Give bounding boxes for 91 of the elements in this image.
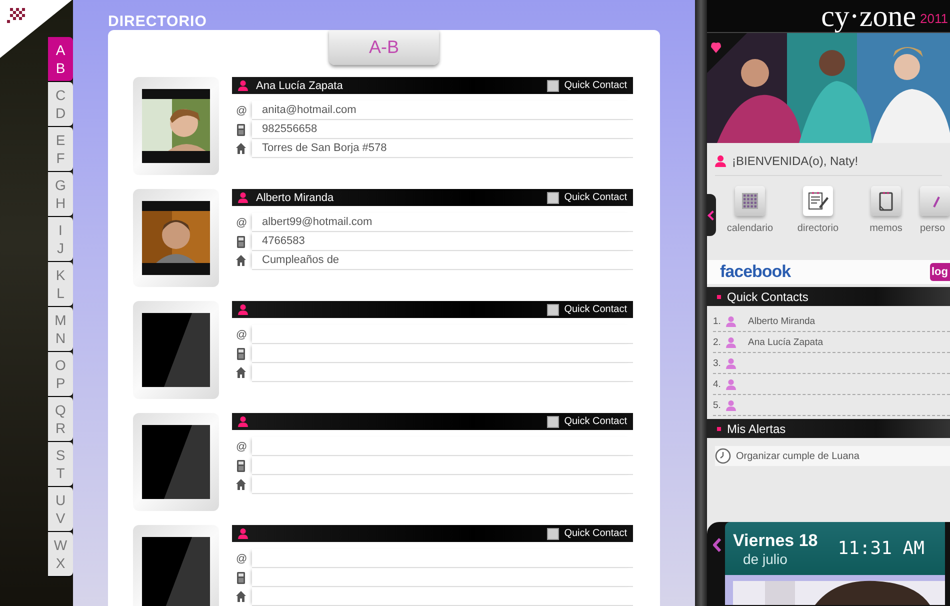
letter-tab[interactable]: E F [48, 127, 73, 171]
email-icon: @ [232, 216, 252, 228]
house-icon [236, 479, 246, 490]
section-title: Mis Alertas [727, 422, 786, 436]
letter-tab[interactable]: S T [48, 442, 73, 486]
person-icon [726, 400, 736, 410]
address-field[interactable]: Cumpleaños de [252, 251, 633, 270]
section-title: Quick Contacts [727, 290, 808, 304]
page-title: DIRECTORIO [108, 13, 208, 30]
person-icon [238, 304, 248, 315]
quick-contact-item[interactable]: 3. [713, 353, 950, 374]
email-icon: @ [232, 552, 252, 564]
email-icon: @ [232, 328, 252, 340]
contact-name: Alberto Miranda [748, 316, 816, 326]
month-label: de julio [742, 550, 788, 566]
quick-contact-checkbox[interactable] [547, 80, 560, 92]
person-icon [238, 80, 248, 91]
phone-icon [236, 572, 246, 584]
item-number: 2. [713, 336, 722, 348]
letter-tab[interactable]: W X [48, 532, 73, 576]
previous-tab[interactable] [707, 194, 716, 236]
person-icon [238, 528, 248, 539]
quick-contact-checkbox[interactable] [547, 528, 560, 540]
person-icon [238, 416, 248, 427]
quick-contact-label: Quick Contact [564, 80, 627, 91]
phone-field[interactable]: 982556658 [252, 120, 633, 139]
welcome-message: ¡BIENVENIDA(o), Naty! [732, 154, 858, 168]
person-icon [726, 336, 736, 348]
item-number: 1. [713, 316, 722, 326]
memo-icon [878, 191, 894, 211]
day-label: Viernes 18 [733, 530, 818, 550]
facebook-logo[interactable]: facebook [720, 262, 791, 282]
house-icon [236, 143, 246, 154]
letter-tab[interactable]: Q R [48, 397, 73, 441]
item-number: 4. [713, 378, 722, 390]
letter-tab[interactable]: G H [48, 172, 73, 216]
person-icon [726, 378, 736, 390]
quick-contact-label: Quick Contact [564, 192, 627, 203]
letter-tab[interactable]: U V [48, 487, 73, 531]
email-field[interactable]: anita@hotmail.com [252, 101, 633, 120]
quick-contact-checkbox[interactable] [547, 304, 560, 316]
quick-contact-label: Quick Contact [564, 528, 627, 539]
clock-time: 11:31 AM [838, 538, 924, 559]
contact-name: Alberto Miranda [256, 192, 334, 204]
alert-item[interactable]: Organizar cumple de Luana [715, 446, 950, 466]
letter-tab[interactable]: A B [48, 37, 73, 81]
letter-tab[interactable]: K L [48, 262, 73, 306]
quick-contact-label: Quick Contact [564, 416, 627, 427]
phone-field[interactable]: 4766583 [252, 232, 633, 251]
contact-name: Ana Lucía Zapata [748, 336, 823, 348]
calendar-icon [741, 192, 759, 210]
clock-icon [715, 448, 731, 464]
quick-contact-item[interactable]: 1. Alberto Miranda [713, 311, 950, 332]
letter-tab[interactable]: I J [48, 217, 73, 261]
letter-tab[interactable]: M N [48, 307, 73, 351]
phone-icon [236, 348, 246, 360]
quick-contact-label: Quick Contact [564, 304, 627, 315]
quick-contact-checkbox[interactable] [547, 416, 560, 428]
person-icon [726, 358, 736, 368]
app-button[interactable]: memos [852, 186, 920, 234]
house-icon [236, 591, 246, 602]
quick-contact-checkbox[interactable] [547, 192, 560, 204]
email-icon: @ [232, 104, 252, 116]
quick-contact-item[interactable]: 2. Ana Lucía Zapata [713, 332, 950, 353]
year-label: 2011 [920, 11, 948, 28]
email-icon: @ [232, 440, 252, 452]
quick-contact-item[interactable]: 4. [713, 374, 950, 395]
brand-logo: cy·zone [821, 2, 916, 32]
house-icon [236, 255, 246, 266]
phone-icon [236, 460, 246, 472]
letter-tab[interactable]: C D [48, 82, 73, 126]
section-tab[interactable]: A-B [329, 30, 439, 65]
contact-name: Ana Lucía Zapata [256, 80, 343, 92]
notepad-pen-icon [807, 191, 829, 211]
person-icon [238, 192, 248, 203]
item-number: 5. [713, 400, 722, 410]
app-button[interactable]: calendario [716, 186, 784, 234]
corner-logo[interactable] [0, 0, 72, 58]
app-button[interactable]: directorio [784, 186, 852, 234]
quick-contact-item[interactable]: 5. [713, 395, 950, 416]
email-field[interactable]: albert99@hotmail.com [252, 213, 633, 232]
app-button[interactable]: perso [920, 186, 950, 234]
phone-icon [236, 236, 246, 248]
letter-tab[interactable]: O P [48, 352, 73, 396]
item-number: 3. [713, 358, 722, 368]
person-icon [715, 155, 726, 167]
house-icon [236, 367, 246, 378]
address-field[interactable]: Torres de San Borja #578 [252, 139, 633, 158]
login-button[interactable]: log [930, 263, 950, 281]
person-icon [726, 316, 736, 326]
phone-icon [236, 124, 246, 136]
